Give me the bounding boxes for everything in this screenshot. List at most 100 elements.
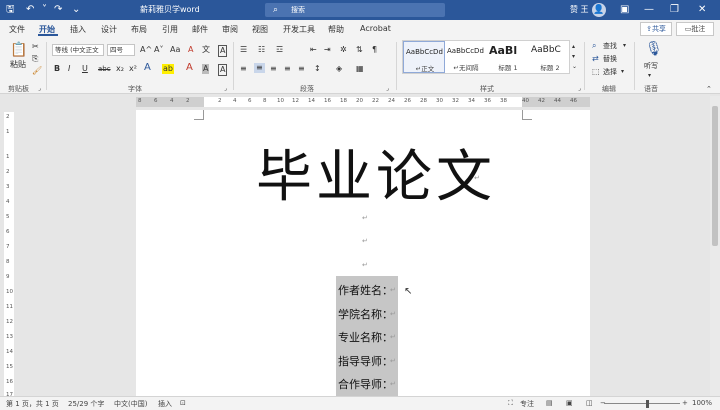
bullets-icon[interactable]: ☰ [240,45,247,55]
read-mode-icon[interactable]: ▤ [546,399,553,407]
vertical-ruler[interactable]: 2 1 1 2 3 4 5 6 7 8 9 10 11 12 13 14 15 … [4,112,14,400]
subscript-button[interactable]: x₂ [116,64,124,74]
search-box[interactable]: ⌕ 搜索 [265,3,445,17]
field-co-advisor[interactable]: 合作导师： [338,376,393,392]
tab-file[interactable]: 文件 [9,24,25,35]
comment-button[interactable]: ▭批注 [676,22,714,36]
tab-references[interactable]: 引用 [162,24,178,35]
char-border-button[interactable]: A [218,64,228,76]
multilevel-list-icon[interactable]: ☲ [276,45,283,55]
show-marks-icon[interactable]: ¶ [372,45,377,55]
selected-text-block[interactable]: 作者姓名： 学院名称： 专业名称： 指导导师： 合作导师： [336,276,398,396]
numbering-icon[interactable]: ☷ [258,45,265,55]
align-center-icon[interactable]: ≡ [254,63,265,73]
change-case-icon[interactable]: Aa [170,45,180,55]
replace-button[interactable]: 替换 [603,54,617,64]
microphone-icon[interactable]: 🎙 [645,41,663,57]
document-page[interactable]: 毕业论文 ↵ ↵ ↵ ↵ 作者姓名： 学院名称： 专业名称： 指导导师： 合作导… [136,110,590,396]
vertical-scrollbar[interactable] [710,96,720,396]
increase-indent-icon[interactable]: ⇥ [324,45,331,55]
clear-format-icon[interactable]: A [188,45,193,55]
tab-view[interactable]: 视图 [252,24,268,35]
word-count[interactable]: 25/29 个字 [68,399,104,409]
avatar[interactable]: 👤 [592,3,606,17]
chinese-layout-icon[interactable]: ✲ [340,45,347,55]
shading-icon[interactable]: ◈ [336,64,342,74]
font-color-button[interactable]: A [186,63,193,73]
decrease-indent-icon[interactable]: ⇤ [310,45,317,55]
ribbon-display-options-icon[interactable]: ▣ [620,3,629,17]
replace-icon[interactable]: ⇄ [592,54,599,64]
chevron-down-icon[interactable]: ▾ [648,71,651,81]
tab-help[interactable]: 帮助 [328,24,344,35]
tab-acrobat[interactable]: Acrobat [360,24,391,33]
macro-record-icon[interactable]: ⊡ [180,399,186,407]
sort-icon[interactable]: ⇅ [356,45,363,55]
highlight-button[interactable]: ab [162,64,174,74]
format-painter-icon[interactable]: 🖌 [32,66,42,76]
tab-layout[interactable]: 布局 [131,24,147,35]
field-advisor[interactable]: 指导导师： [338,353,393,369]
web-layout-icon[interactable]: ◫ [586,399,593,407]
find-button[interactable]: 查找 [603,41,617,51]
zoom-slider[interactable] [604,403,680,404]
phonetic-guide-icon[interactable]: 文 [202,45,210,55]
cut-icon[interactable]: ✂ [32,42,39,52]
styles-scroll-down-icon[interactable]: ▾ [572,52,575,62]
styles-more-icon[interactable]: ⌄ [572,62,577,72]
user-name[interactable]: 赞 王 [570,4,589,15]
style-no-spacing[interactable]: AaBbCcDd ↵无间隔 [445,41,487,73]
align-right-icon[interactable]: ≡ [270,64,277,74]
enclose-char-icon[interactable]: A [218,45,228,57]
close-button[interactable]: ✕ [698,3,706,17]
tab-developer[interactable]: 开发工具 [283,24,315,35]
zoom-in-icon[interactable]: + [682,399,688,407]
customize-toolbar-icon[interactable]: ⌄ [72,3,80,17]
text-effects-button[interactable]: A [144,63,151,73]
restore-button[interactable]: ❐ [670,3,679,17]
select-icon[interactable]: ⬚ [592,67,600,77]
shrink-font-icon[interactable]: A˅ [154,45,163,55]
print-layout-icon[interactable]: ▣ [566,399,573,407]
chevron-down-icon[interactable]: ˅ [42,3,47,17]
styles-scroll-up-icon[interactable]: ▴ [572,42,575,52]
page-count[interactable]: 第 1 页，共 1 页 [6,399,59,409]
redo-icon[interactable]: ↷ [54,3,62,17]
tab-insert[interactable]: 插入 [70,24,86,35]
font-name-combo[interactable]: 等线 (中文正文 [52,44,104,56]
style-normal[interactable]: AaBbCcDd ↵正文 [403,41,445,73]
paragraph-launcher-icon[interactable]: ⌟ [386,84,389,94]
focus-icon[interactable]: ⛶ [508,399,513,408]
line-spacing-icon[interactable]: ↕ [314,64,321,74]
clipboard-launcher-icon[interactable]: ⌟ [38,84,41,94]
italic-button[interactable]: I [68,64,70,74]
focus-button[interactable]: 专注 [520,399,534,409]
collapse-ribbon-icon[interactable]: ⌃ [706,84,712,94]
zoom-slider-thumb[interactable] [646,400,649,408]
font-launcher-icon[interactable]: ⌟ [224,84,227,94]
field-college[interactable]: 学院名称： [338,306,393,322]
chevron-down-icon[interactable]: ▾ [623,41,626,51]
horizontal-ruler[interactable]: 8 6 4 2 2 4 6 8 10 12 14 16 18 20 22 24 … [136,97,590,107]
char-shading-button[interactable]: A [202,64,210,74]
dictate-button[interactable]: 听写 [644,61,658,71]
justify-icon[interactable]: ≡ [284,64,291,74]
share-button[interactable]: ⇪共享 [640,22,672,36]
font-size-combo[interactable]: 四号 [107,44,135,56]
underline-button[interactable]: U [82,64,88,74]
field-author[interactable]: 作者姓名： [338,282,393,298]
insert-mode[interactable]: 插入 [158,399,172,409]
strikethrough-button[interactable]: abc [98,64,111,74]
chevron-down-icon[interactable]: ▾ [621,67,624,77]
language-status[interactable]: 中文(中国) [114,399,147,409]
scrollbar-thumb[interactable] [712,106,718,246]
undo-icon[interactable]: ↶ [26,3,34,17]
grow-font-icon[interactable]: A^ [140,45,152,55]
style-heading-2[interactable]: AaBbC 标题 2 [529,41,571,73]
styles-launcher-icon[interactable]: ⌟ [578,84,581,94]
bold-button[interactable]: B [54,64,60,74]
copy-icon[interactable]: ⎘ [32,54,38,64]
document-heading[interactable]: 毕业论文 [256,132,496,213]
align-left-icon[interactable]: ≡ [240,64,247,74]
superscript-button[interactable]: x² [129,64,137,74]
